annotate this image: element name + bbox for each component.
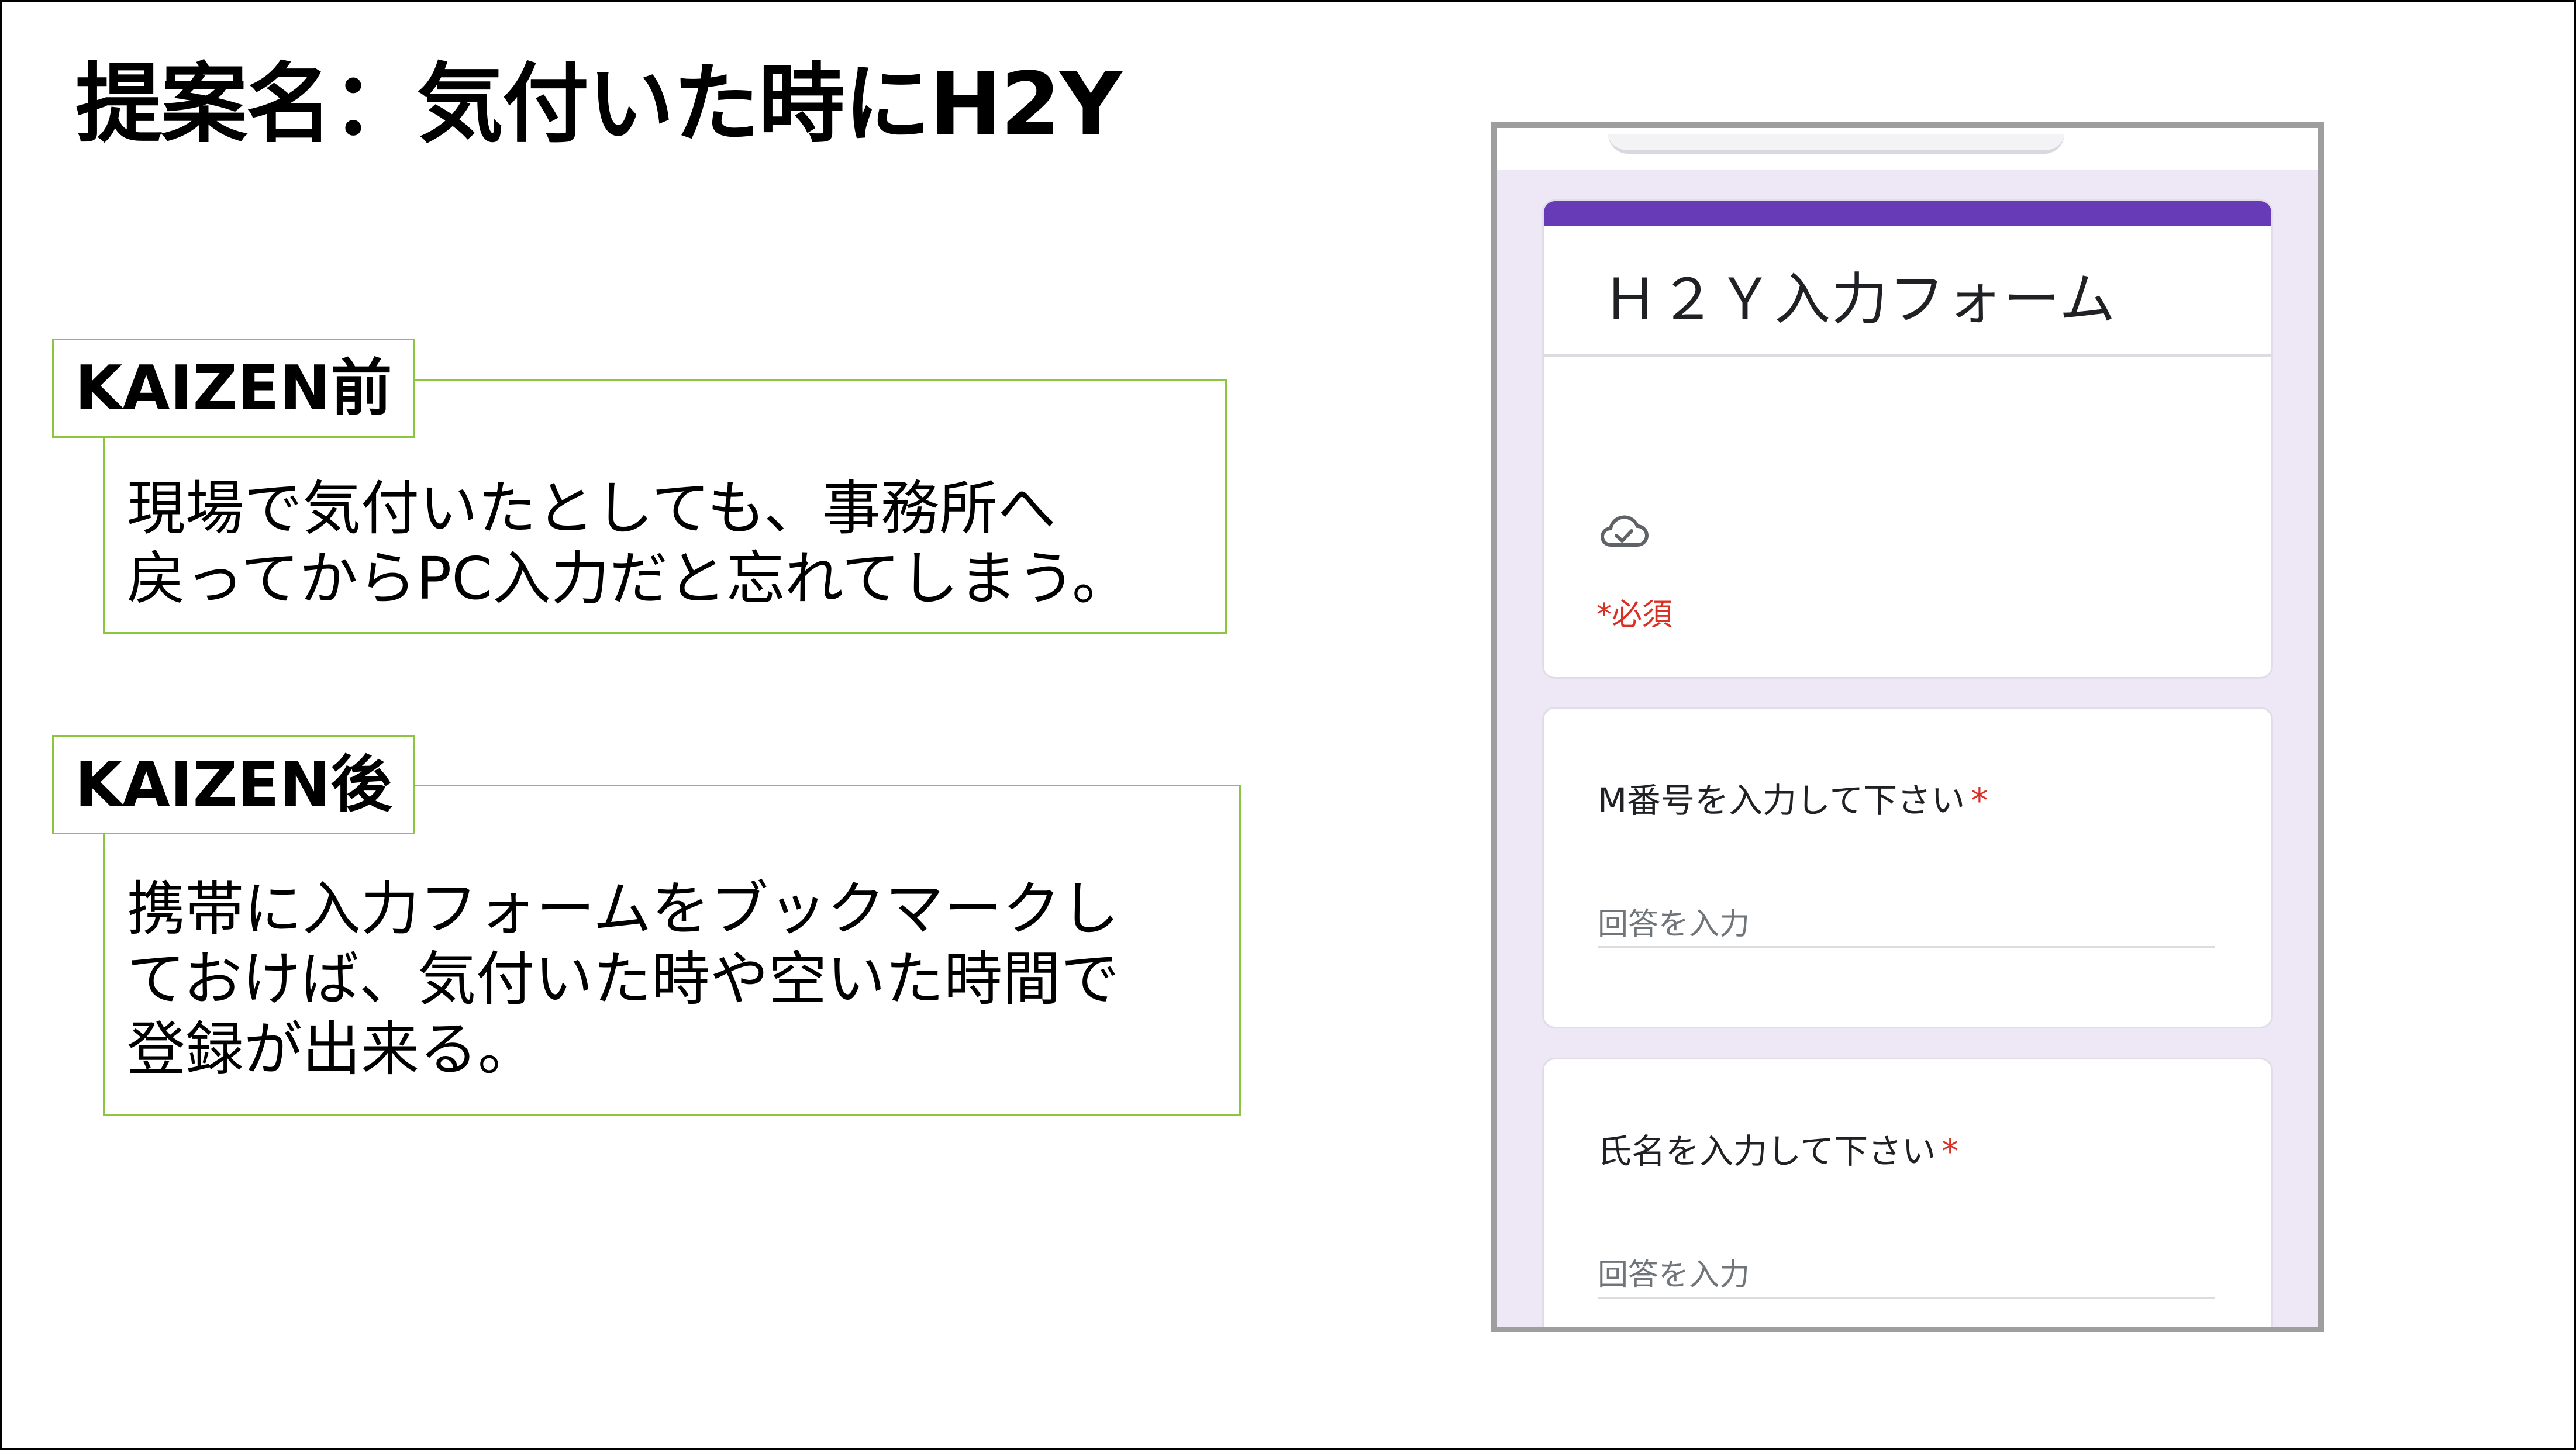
header-divider — [1544, 354, 2271, 357]
question-text: M番号を入力して下さい — [1598, 781, 1965, 820]
question-text: 氏名を入力して下さい — [1598, 1131, 1936, 1171]
question-label: M番号を入力して下さい * — [1598, 773, 1988, 822]
m-number-input[interactable]: 回答を入力 — [1598, 890, 2215, 948]
before-description: 現場で気付いたとしても、事務所へ 戻ってからPC入力だと忘れてしまう。 — [127, 474, 1130, 614]
required-asterisk: * — [1971, 781, 1988, 820]
before-label: KAIZEN前 — [52, 339, 415, 438]
phone-top-bar — [1497, 128, 2318, 170]
question-card-m-number: M番号を入力して下さい * 回答を入力 — [1542, 707, 2273, 1028]
browser-address-pill — [1608, 134, 2064, 154]
required-asterisk: * — [1942, 1131, 1959, 1171]
required-note: *必須 — [1596, 598, 1673, 633]
question-card-name: 氏名を入力して下さい * 回答を入力 — [1542, 1058, 2273, 1327]
cloud-check-icon — [1601, 515, 1649, 547]
form-title: Ｈ２Ｙ入力フォーム — [1602, 267, 2117, 332]
input-placeholder: 回答を入力 — [1598, 1258, 1750, 1293]
slide: 提案名：気付いた時にH2Y 現場で気付いたとしても、事務所へ 戻ってからPC入力… — [0, 0, 2576, 1450]
after-description: 携帯に入力フォームをブックマークし ておけば、気付いた時や空いた時間で 登録が出… — [127, 874, 1119, 1085]
after-label: KAIZEN後 — [52, 735, 415, 834]
after-line: ておけば、気付いた時や空いた時間で — [127, 945, 1119, 1013]
before-line: 戻ってからPC入力だと忘れてしまう。 — [127, 544, 1131, 613]
after-line: 登録が出来る。 — [127, 1015, 536, 1083]
before-line: 現場で気付いたとしても、事務所へ — [127, 474, 1056, 543]
form-accent-bar — [1544, 201, 2271, 226]
name-input[interactable]: 回答を入力 — [1598, 1241, 2215, 1299]
phone-form-screenshot: Ｈ２Ｙ入力フォーム *必須 M番号を入力して下さい * 回答を入力 氏名を入力して… — [1491, 122, 2324, 1332]
input-placeholder: 回答を入力 — [1598, 907, 1750, 942]
page-title: 提案名：気付いた時にH2Y — [75, 54, 1122, 154]
question-label: 氏名を入力して下さい * — [1598, 1124, 1958, 1173]
form-header-card: Ｈ２Ｙ入力フォーム *必須 — [1542, 199, 2273, 679]
after-line: 携帯に入力フォームをブックマークし — [127, 875, 1119, 943]
